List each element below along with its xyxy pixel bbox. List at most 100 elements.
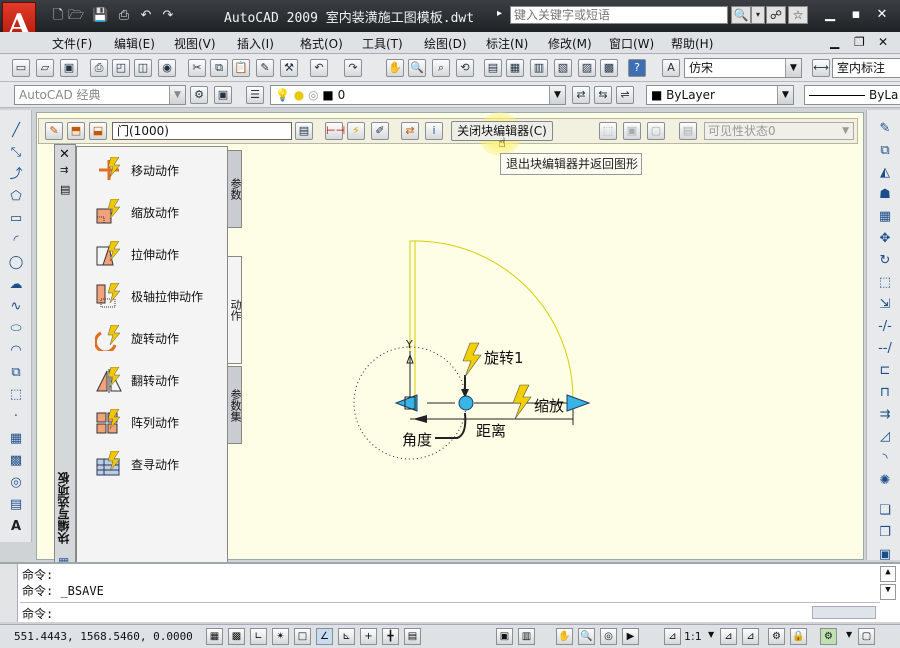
doc-minimize-icon[interactable]: ▁	[830, 35, 839, 49]
undo-icon[interactable]: ↶	[138, 8, 154, 24]
communication-center-icon[interactable]: ☍	[766, 6, 786, 24]
paste-icon[interactable]: 📋	[232, 59, 250, 77]
visibility-state-combo[interactable]: 可见性状态0 ▼	[704, 122, 854, 140]
palette-title-strip[interactable]: ✕ ⇉ ▤ 块编写选项板 ▦	[54, 144, 76, 574]
doc-close-icon[interactable]: ✕	[878, 35, 888, 49]
action-icon[interactable]: ⚡	[347, 122, 365, 140]
palette-item-move[interactable]: 移动动作	[91, 155, 229, 185]
workspace-combo[interactable]: AutoCAD 经典 ▼	[14, 85, 186, 105]
save-block-icon[interactable]: ⬒	[67, 122, 85, 140]
save-toolbar-icon[interactable]: ▣	[60, 59, 78, 77]
chamfer-icon[interactable]: ◿	[876, 428, 894, 446]
snap-mode-icon[interactable]: ▦	[206, 628, 223, 645]
menu-dimension[interactable]: 标注(N)	[486, 35, 528, 52]
scroll-up-icon[interactable]: ▲	[880, 566, 896, 582]
join-icon[interactable]: ⇉	[876, 406, 894, 424]
palette-item-flip[interactable]: 翻转动作	[91, 365, 229, 395]
gradient-icon[interactable]: ▩	[7, 452, 25, 470]
zoom-previous-icon[interactable]: ⟲	[456, 59, 474, 77]
update-parameter-icon[interactable]: ⇄	[401, 122, 419, 140]
ortho-mode-icon[interactable]: ∟	[250, 628, 267, 645]
move-icon[interactable]: ✥	[876, 230, 894, 248]
menu-view[interactable]: 视图(V)	[174, 35, 216, 52]
ellipse-icon[interactable]: ⬭	[7, 320, 25, 338]
zoom-window-icon[interactable]: ⌕	[432, 59, 450, 77]
status-menu-chevron-icon[interactable]: ▼	[846, 630, 852, 639]
circle-icon[interactable]: ◯	[7, 254, 25, 272]
rectangle-icon[interactable]: ▭	[7, 210, 25, 228]
print-icon[interactable]: ⎙	[116, 8, 132, 24]
redo-icon[interactable]: ↷	[160, 8, 176, 24]
palette-item-polar-stretch[interactable]: 极轴拉伸动作	[91, 281, 229, 311]
quick-properties-icon[interactable]: ▤	[404, 628, 421, 645]
text-style-icon[interactable]: A	[662, 59, 680, 77]
visibility-mode-icon[interactable]: ⬚	[599, 122, 617, 140]
dynamic-input-icon[interactable]: +	[360, 628, 377, 645]
trim-icon[interactable]: -/-	[876, 318, 894, 336]
object-snap-tracking-icon[interactable]: ∠	[316, 628, 333, 645]
rotate-icon[interactable]: ↻	[876, 252, 894, 270]
lineweight-icon[interactable]: ╋	[382, 628, 399, 645]
text-style-combo[interactable]: 仿宋 ▼	[684, 58, 802, 78]
auto-scale-icon[interactable]: ⊿	[742, 628, 759, 645]
palette-close-icon[interactable]: ✕	[59, 147, 70, 162]
polygon-icon[interactable]: ⬠	[7, 188, 25, 206]
erase-icon[interactable]: ✎	[876, 120, 894, 138]
3d-dwf-icon[interactable]: ◉	[158, 59, 176, 77]
palette-item-stretch[interactable]: 拉伸动作	[91, 239, 229, 269]
undo-toolbar-icon[interactable]: ↶	[310, 59, 328, 77]
tab-parameter-sets[interactable]: 参数集	[228, 366, 242, 444]
match-properties-icon[interactable]: ✎	[256, 59, 274, 77]
workspace-switch-icon[interactable]: ⚙	[768, 628, 785, 645]
fillet-icon[interactable]: ◝	[876, 450, 894, 468]
properties-icon[interactable]: ▤	[484, 59, 502, 77]
make-visible-icon[interactable]: ▣	[623, 122, 641, 140]
palette-item-scale[interactable]: 缩放动作	[91, 197, 229, 227]
help-search-input[interactable]: 键入关键字或短语	[510, 6, 728, 24]
linetype-combo[interactable]: ByLa	[804, 85, 900, 105]
construction-line-icon[interactable]: ⤡	[7, 144, 25, 162]
menu-insert[interactable]: 插入(I)	[237, 35, 274, 52]
revision-cloud-icon[interactable]: ☁	[7, 276, 25, 294]
layout-icon[interactable]: ▥	[518, 628, 535, 645]
rotate-grip[interactable]	[458, 395, 474, 411]
scale-icon[interactable]: ⬚	[876, 274, 894, 292]
zoom-status-icon[interactable]: 🔍	[578, 628, 595, 645]
menu-edit[interactable]: 编辑(E)	[114, 35, 155, 52]
plot-icon[interactable]: ⎙	[90, 59, 108, 77]
color-combo[interactable]: ■ ByLayer ▼	[646, 85, 794, 105]
palette-item-lookup[interactable]: 查寻动作	[91, 449, 229, 479]
tool-palettes-icon[interactable]: ▥	[530, 59, 548, 77]
copy-icon[interactable]: ⧉	[210, 59, 228, 77]
save-block-as-icon[interactable]: ⬓	[89, 122, 107, 140]
model-space-icon[interactable]: ▣	[496, 628, 513, 645]
help-icon[interactable]: ?	[628, 59, 646, 77]
open-icon[interactable]: ▱	[36, 59, 54, 77]
maximize-icon[interactable]: ▪	[846, 6, 866, 24]
tab-parameters[interactable]: 参数	[228, 150, 242, 228]
grid-display-icon[interactable]: ▩	[228, 628, 245, 645]
point-icon[interactable]: ·	[7, 408, 25, 426]
search-dropdown-icon[interactable]: ▾	[751, 6, 765, 24]
minimize-icon[interactable]: ▁	[820, 6, 840, 24]
layer-previous-icon[interactable]: ⇆	[594, 86, 612, 104]
make-current-layer-icon[interactable]: ⇄	[572, 86, 590, 104]
allow-ucs-icon[interactable]: ⊾	[338, 628, 355, 645]
favorites-star-icon[interactable]: ☆	[788, 6, 808, 24]
menu-modify[interactable]: 修改(M)	[548, 35, 592, 52]
make-invisible-icon[interactable]: ▢	[647, 122, 665, 140]
pan-status-icon[interactable]: ✋	[556, 628, 573, 645]
steering-wheel-icon[interactable]: ◎	[600, 628, 617, 645]
layer-state-icon[interactable]: ⇌	[616, 86, 634, 104]
annotation-scale-value[interactable]: 1:1	[684, 630, 702, 643]
break-icon[interactable]: ⊓	[876, 384, 894, 402]
search-icon[interactable]: 🔍	[731, 6, 751, 24]
ellipse-arc-icon[interactable]: ◠	[7, 342, 25, 360]
workspace-toggle-icon[interactable]: ▣	[214, 86, 232, 104]
palette-item-array[interactable]: 阵列动作	[91, 407, 229, 437]
coordinate-readout[interactable]: 551.4443, 1568.5460, 0.0000	[14, 630, 193, 643]
plot-preview-icon[interactable]: ◰	[112, 59, 130, 77]
arc-icon[interactable]: ◜	[7, 232, 25, 250]
palette-properties-icon[interactable]: ▤	[60, 183, 70, 196]
edit-block-icon[interactable]: ✎	[45, 122, 63, 140]
